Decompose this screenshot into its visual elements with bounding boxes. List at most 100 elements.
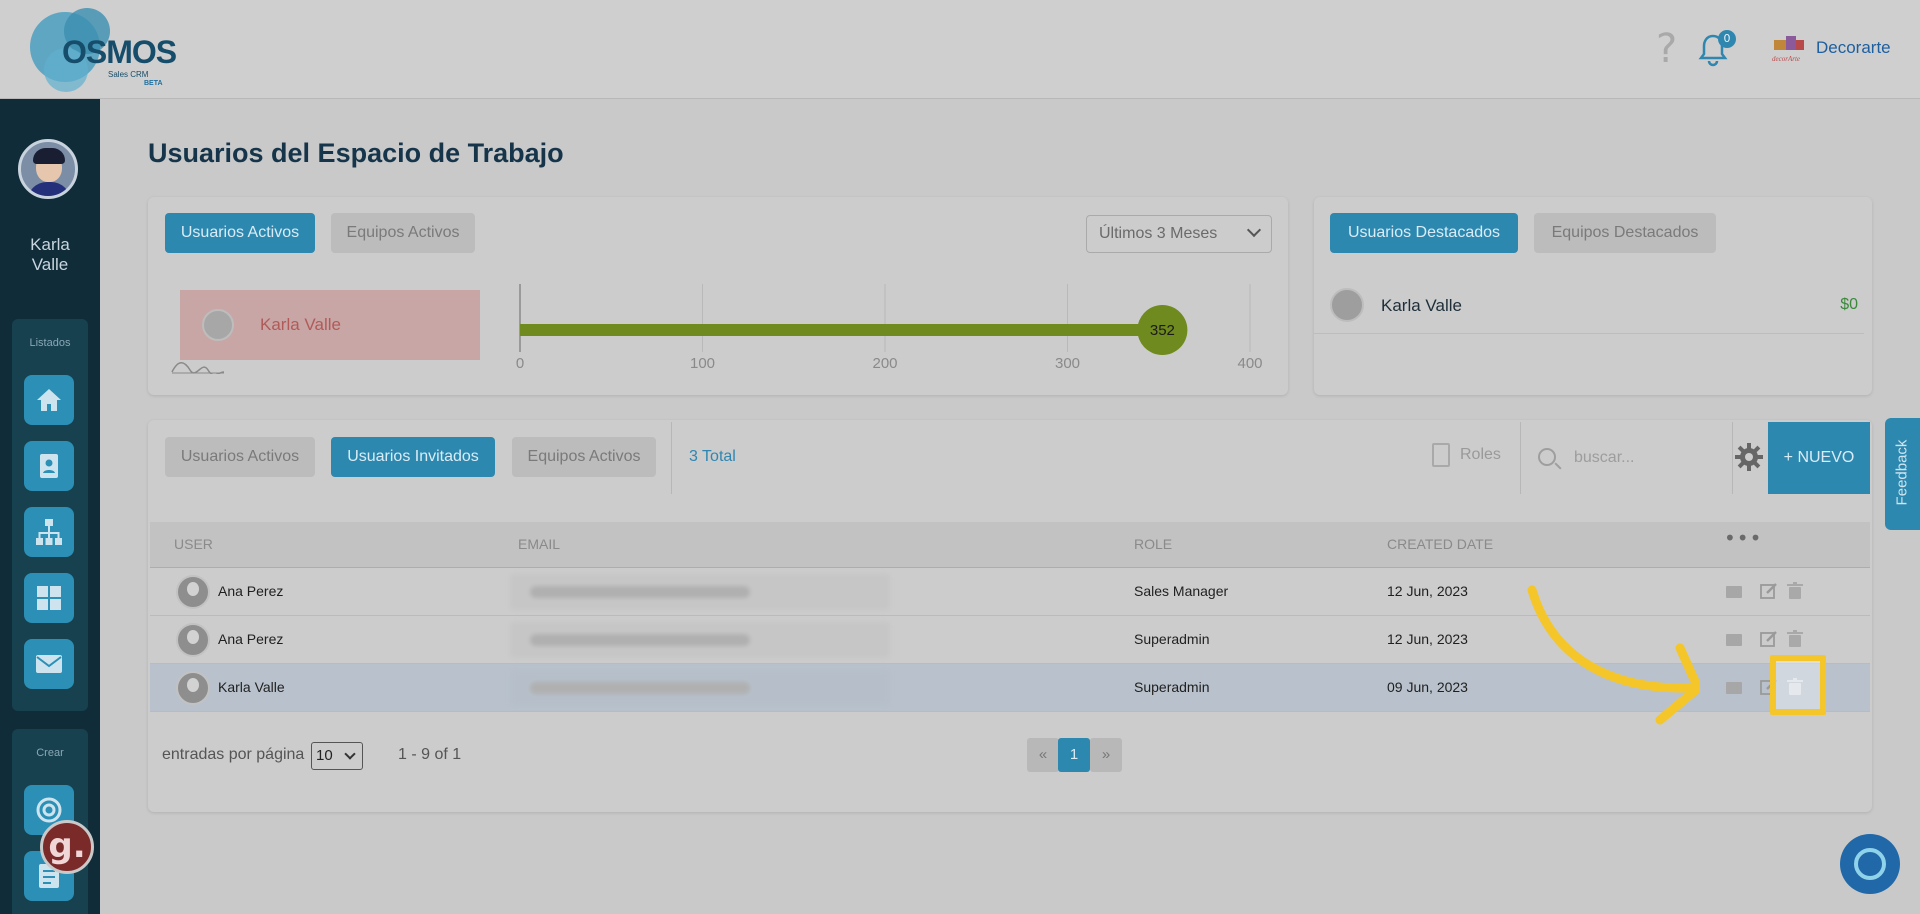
chevron-down-icon	[344, 748, 356, 760]
chevron-down-icon	[1246, 222, 1262, 238]
row-created-date: 12 Jun, 2023	[1387, 583, 1468, 599]
blurred-text	[530, 682, 750, 694]
sidebar-group-listados: Listados	[12, 319, 88, 711]
page-title: Usuarios del Espacio de Trabajo	[148, 138, 564, 168]
chart-tick-label: 0	[516, 355, 524, 372]
mail-icon[interactable]	[1726, 682, 1742, 694]
mail-icon	[36, 655, 62, 673]
roles-label: Roles	[1460, 446, 1501, 464]
sidebar-item-contacts[interactable]	[24, 441, 74, 491]
blurred-text	[530, 634, 750, 646]
search-box[interactable]	[1522, 422, 1732, 494]
ranking-user-chip: Karla Valle	[180, 290, 480, 360]
avatar-hair	[33, 148, 65, 164]
toolbar-divider	[1520, 422, 1521, 494]
chart-tick-label: 400	[1237, 355, 1262, 372]
sidebar-user-name: Karla Valle	[30, 235, 70, 274]
chart-tick-label: 200	[872, 355, 897, 372]
tab-usuarios-activos-list[interactable]: Usuarios Activos	[165, 437, 315, 477]
pagination-page-1[interactable]: 1	[1058, 738, 1090, 772]
row-user-name: Ana Perez	[218, 631, 284, 647]
home-icon	[37, 389, 61, 411]
new-user-button[interactable]: + NUEVO	[1768, 422, 1870, 494]
contact-card-icon	[40, 454, 58, 478]
chart-data-label: 352	[1150, 322, 1175, 339]
row-email-blurred	[510, 574, 890, 610]
chart-tick-label: 300	[1055, 355, 1080, 372]
pagination-range: 1 - 9 of 1	[398, 746, 462, 763]
help-icon[interactable]: ?	[1656, 26, 1677, 72]
pagination-next-button[interactable]: »	[1090, 738, 1122, 772]
svg-text:decorArte: decorArte	[1772, 55, 1800, 63]
row-role: Sales Manager	[1134, 583, 1229, 599]
column-created-date[interactable]: CREATED DATE	[1387, 536, 1493, 552]
trash-icon[interactable]	[1786, 582, 1804, 600]
column-role[interactable]: ROLE	[1134, 536, 1172, 552]
pagination-prev-button[interactable]: «	[1027, 738, 1059, 772]
tab-equipos-activos[interactable]: Equipos Activos	[331, 213, 475, 253]
avatar	[202, 309, 234, 341]
sidebar-item-home[interactable]	[24, 375, 74, 425]
chat-launcher-icon[interactable]	[1840, 834, 1900, 894]
sidebar-item-dashboard[interactable]	[24, 573, 74, 623]
company-name[interactable]: Decorarte	[1816, 38, 1891, 58]
org-chart-icon	[36, 519, 62, 545]
feedback-tab[interactable]: Feedback	[1885, 418, 1920, 530]
avatar-shirt	[27, 182, 71, 196]
guide-badge[interactable]: g.	[40, 820, 94, 874]
delete-button-highlight[interactable]	[1770, 655, 1826, 715]
avatar	[176, 671, 210, 705]
roles-button[interactable]: Roles	[1432, 443, 1501, 467]
featured-user-amount: $0	[1840, 296, 1858, 313]
sidebar-item-mail[interactable]	[24, 639, 74, 689]
toolbar-divider	[1732, 422, 1733, 494]
trash-icon[interactable]	[1786, 630, 1804, 648]
row-role: Superadmin	[1134, 679, 1210, 695]
row-user-name: Karla Valle	[218, 679, 285, 695]
notification-count-badge: 0	[1718, 30, 1736, 48]
tab-usuarios-activos[interactable]: Usuarios Activos	[165, 213, 315, 253]
tab-usuarios-invitados[interactable]: Usuarios Invitados	[331, 437, 495, 477]
featured-user-row[interactable]: Karla Valle $0	[1314, 280, 1864, 334]
column-email[interactable]: EMAIL	[518, 536, 560, 552]
featured-user-name: Karla Valle	[1381, 296, 1462, 315]
row-user-name: Ana Perez	[218, 583, 284, 599]
toolbar-divider	[671, 422, 672, 494]
more-options-icon[interactable]: •••	[1724, 526, 1762, 550]
row-created-date: 12 Jun, 2023	[1387, 631, 1468, 647]
tab-equipos-activos-list[interactable]: Equipos Activos	[512, 437, 656, 477]
sidebar-group-label: Crear	[36, 747, 64, 759]
sparkline-icon	[171, 362, 225, 374]
avatar	[176, 575, 210, 609]
blurred-text	[530, 586, 750, 598]
entries-per-page-value: 10	[316, 747, 333, 764]
logo-beta: BETA	[144, 80, 163, 87]
search-icon	[1538, 448, 1556, 466]
tab-usuarios-destacados[interactable]: Usuarios Destacados	[1330, 213, 1518, 253]
search-input[interactable]	[1574, 442, 1724, 474]
row-role: Superadmin	[1134, 631, 1210, 647]
table-header: USER EMAIL ROLE CREATED DATE •••	[150, 522, 1870, 568]
avatar	[176, 623, 210, 657]
sidebar: Karla Valle Listados Crear	[0, 99, 100, 914]
mail-icon[interactable]	[1726, 634, 1742, 646]
tab-equipos-destacados[interactable]: Equipos Destacados	[1534, 213, 1716, 253]
sidebar-item-organization[interactable]	[24, 507, 74, 557]
avatar	[1330, 288, 1364, 322]
edit-icon[interactable]	[1760, 630, 1778, 648]
column-user[interactable]: USER	[174, 536, 213, 552]
logo-word: OSMOS	[62, 34, 177, 70]
ranking-user-name: Karla Valle	[260, 315, 341, 334]
row-email-blurred	[510, 622, 890, 658]
avatar[interactable]	[18, 139, 78, 199]
tutorial-arrow-icon	[1527, 585, 1700, 725]
gear-icon[interactable]	[1734, 442, 1764, 472]
grid-icon	[37, 586, 61, 610]
period-select[interactable]: Últimos 3 Meses	[1086, 215, 1272, 253]
edit-icon[interactable]	[1760, 582, 1778, 600]
entries-per-page-select[interactable]: 10	[311, 742, 363, 770]
feedback-label: Feedback	[1893, 439, 1911, 506]
mail-icon[interactable]	[1726, 586, 1742, 598]
chart-bar	[520, 324, 1163, 336]
osmos-logo[interactable]: OSMOS Sales CRM BETA	[24, 8, 184, 92]
